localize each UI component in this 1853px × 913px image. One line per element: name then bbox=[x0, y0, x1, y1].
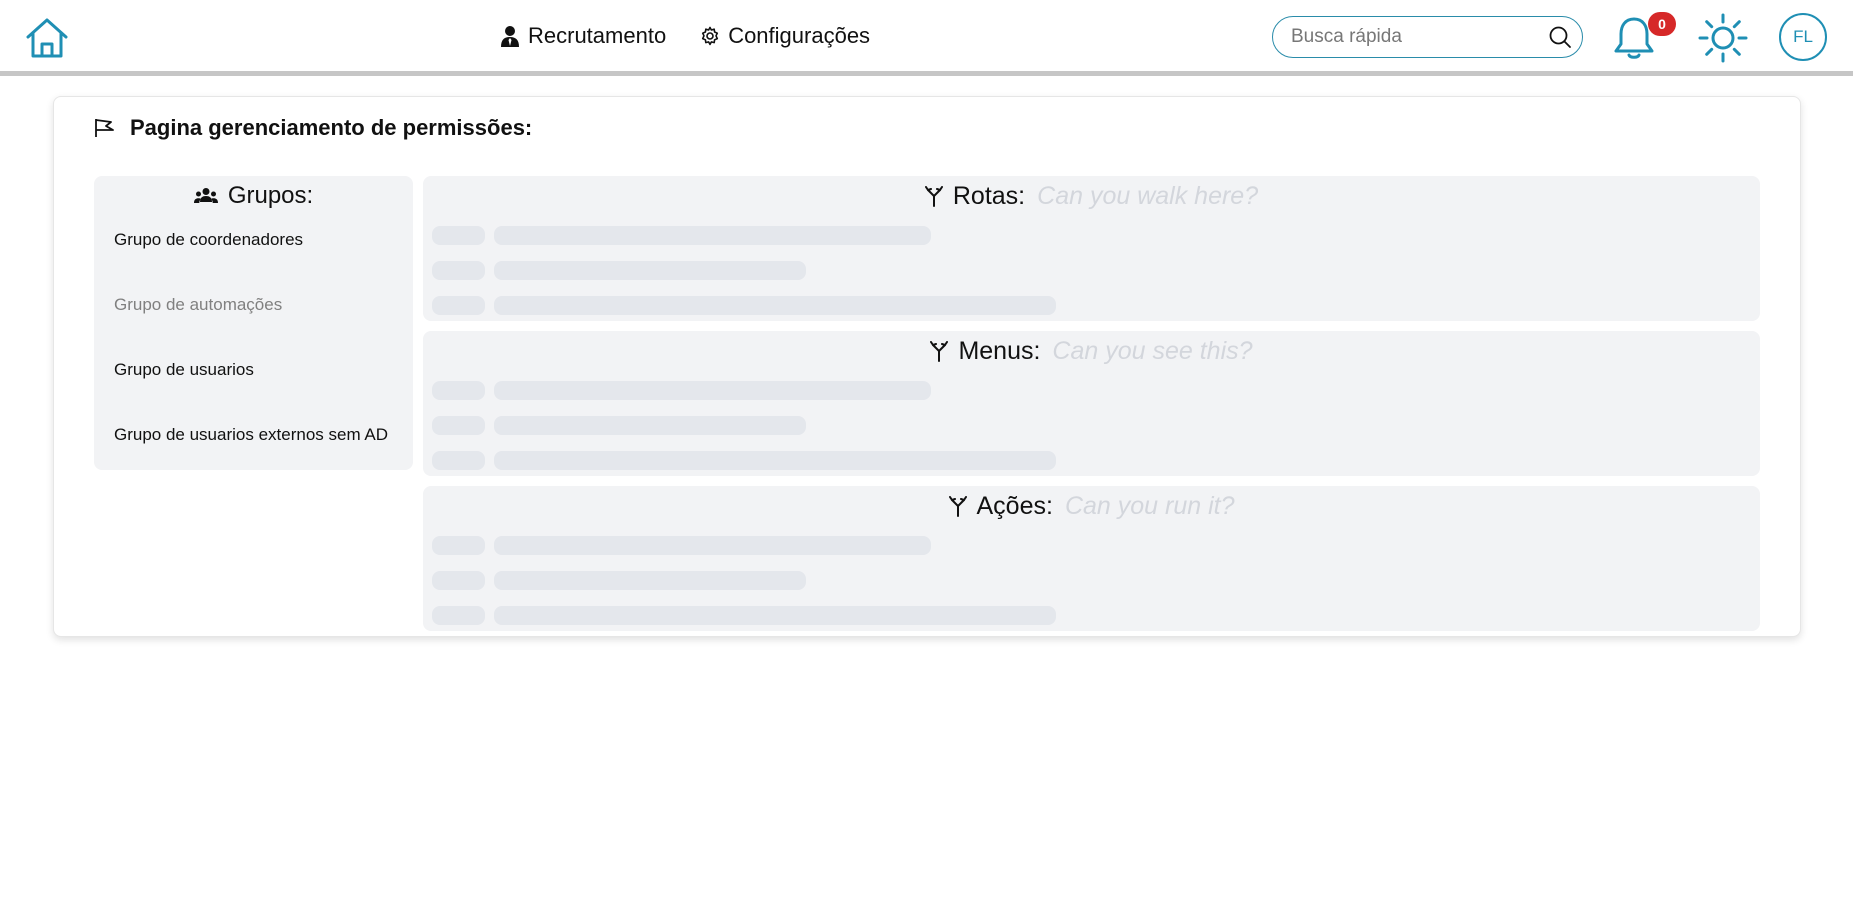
search-button[interactable] bbox=[1548, 25, 1572, 49]
skeleton-line bbox=[432, 571, 485, 590]
nav-recrutamento-label: Recrutamento bbox=[528, 23, 667, 48]
acoes-title: Ações: bbox=[976, 491, 1053, 520]
search-input[interactable] bbox=[1289, 25, 1529, 49]
groups-panel: Grupos: Grupo de coordenadores Grupo de … bbox=[94, 176, 413, 470]
skeleton-line bbox=[432, 381, 485, 400]
flag-icon bbox=[95, 119, 114, 137]
top-navbar: Recrutamento Configurações 0 bbox=[0, 0, 1853, 76]
skeleton-line bbox=[494, 261, 806, 280]
groups-header-label: Grupos: bbox=[227, 182, 314, 209]
groups-header: Grupos: bbox=[94, 179, 413, 213]
search-icon bbox=[1549, 26, 1571, 48]
rotas-hint: Can you walk here? bbox=[1037, 181, 1259, 210]
group-item-automacoes: Grupo de automações bbox=[114, 295, 283, 314]
menus-hint: Can you see this? bbox=[1052, 336, 1253, 365]
notification-badge: 0 bbox=[1648, 12, 1676, 36]
skeleton-line bbox=[432, 606, 485, 625]
acoes-hint: Can you run it? bbox=[1064, 491, 1235, 520]
menus-header: Menus: Can you see this? bbox=[423, 333, 1760, 369]
fork-icon bbox=[948, 496, 967, 517]
skeleton-line bbox=[432, 261, 485, 280]
home-icon bbox=[26, 18, 68, 58]
gear-icon bbox=[702, 26, 719, 46]
acoes-header: Ações: Can you run it? bbox=[423, 488, 1760, 524]
skeleton-line bbox=[432, 226, 485, 245]
user-tie-icon bbox=[501, 26, 519, 47]
page-title: Pagina gerenciamento de permissões: bbox=[94, 115, 532, 141]
skeleton-line bbox=[494, 296, 1056, 315]
users-icon bbox=[193, 188, 218, 203]
group-item-usuarios[interactable]: Grupo de usuarios bbox=[114, 360, 254, 380]
fork-icon bbox=[930, 341, 949, 362]
acoes-panel: Ações: Can you run it? bbox=[423, 486, 1760, 631]
nav-configuracoes[interactable]: Configurações bbox=[700, 23, 870, 49]
skeleton-line bbox=[494, 606, 1056, 625]
skeleton-line bbox=[494, 451, 1056, 470]
sun-icon[interactable] bbox=[1697, 12, 1749, 64]
skeleton-line bbox=[432, 296, 485, 315]
skeleton-line bbox=[432, 536, 485, 555]
permissions-card: Pagina gerenciamento de permissões: Grup… bbox=[53, 96, 1801, 637]
home-button[interactable] bbox=[24, 16, 70, 60]
menus-panel: Menus: Can you see this? bbox=[423, 331, 1760, 476]
quick-search bbox=[1272, 16, 1583, 58]
rotas-panel: Rotas: Can you walk here? bbox=[423, 176, 1760, 321]
skeleton-line bbox=[432, 416, 485, 435]
nav-configuracoes-label: Configurações bbox=[728, 23, 871, 48]
menus-title: Menus: bbox=[958, 336, 1041, 365]
page-title-text: Pagina gerenciamento de permissões: bbox=[130, 115, 533, 140]
skeleton-line bbox=[494, 381, 931, 400]
rotas-header: Rotas: Can you walk here? bbox=[423, 178, 1760, 214]
nav-recrutamento[interactable]: Recrutamento bbox=[500, 23, 666, 49]
rotas-title: Rotas: bbox=[952, 181, 1026, 210]
fork-icon bbox=[924, 186, 943, 207]
skeleton-line bbox=[494, 571, 806, 590]
skeleton-line bbox=[432, 451, 485, 470]
group-item-usuarios-externos[interactable]: Grupo de usuarios externos sem AD bbox=[114, 425, 388, 445]
skeleton-line bbox=[494, 226, 931, 245]
skeleton-line bbox=[494, 536, 931, 555]
avatar[interactable]: FL bbox=[1779, 13, 1827, 61]
group-item-coordenadores[interactable]: Grupo de coordenadores bbox=[114, 230, 303, 250]
skeleton-line bbox=[494, 416, 806, 435]
main-nav: Recrutamento Configurações bbox=[500, 16, 870, 56]
